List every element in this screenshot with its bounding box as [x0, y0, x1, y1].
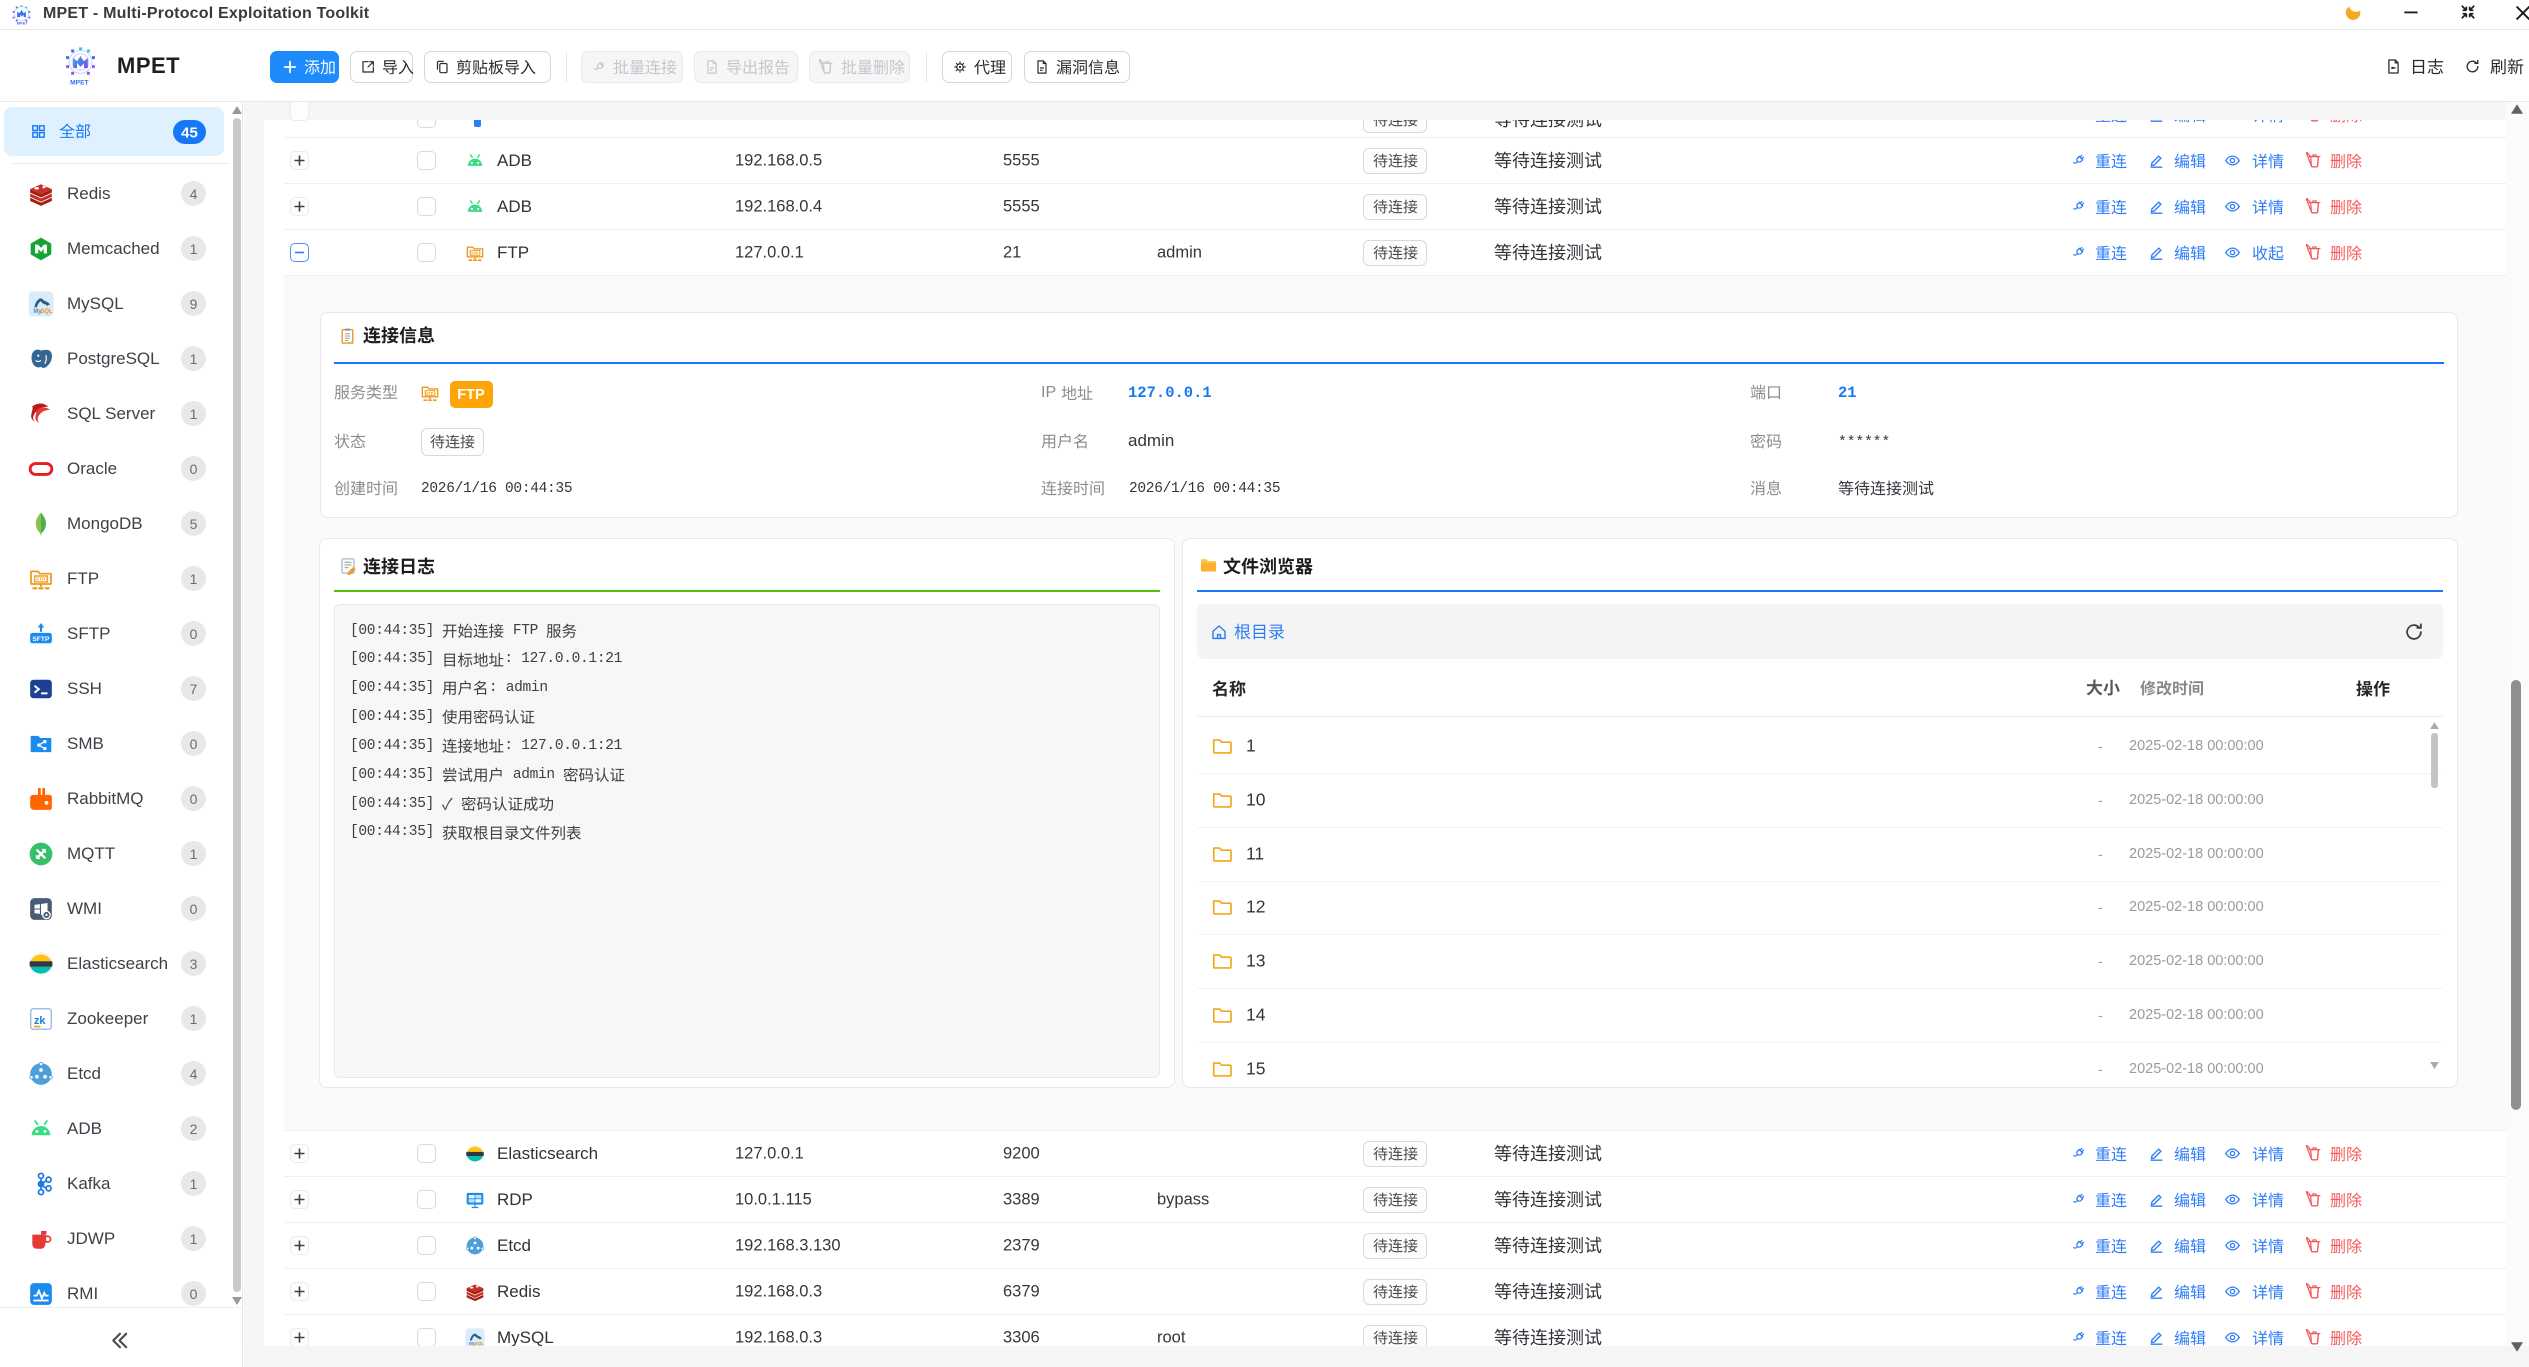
svg-text:SQL: SQL [475, 1341, 485, 1346]
svg-text:zk: zk [34, 1014, 46, 1026]
svg-text:MPET: MPET [70, 80, 89, 86]
svg-text:SFTP: SFTP [32, 635, 50, 642]
svg-text:MPET: MPET [17, 21, 28, 25]
svg-text:SQL: SQL [40, 309, 53, 315]
svg-text:FTP: FTP [426, 391, 433, 395]
svg-text:FTP: FTP [36, 576, 45, 582]
svg-text:FTP: FTP [471, 251, 478, 255]
